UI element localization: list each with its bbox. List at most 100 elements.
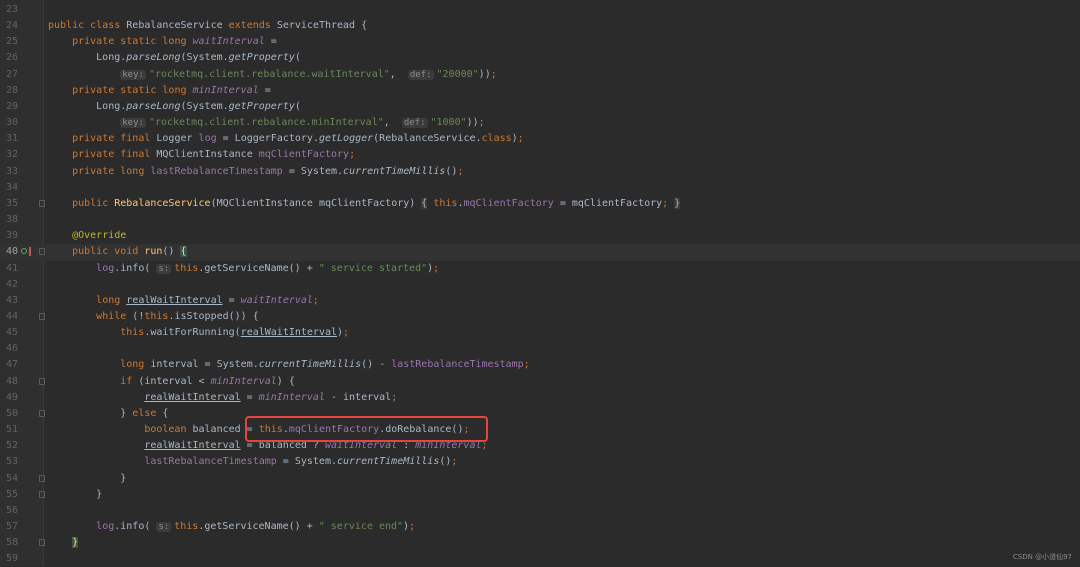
code-line[interactable]: 51 boolean balanced = this.mqClientFacto…: [0, 422, 1080, 438]
code-line[interactable]: 58 }: [0, 535, 1080, 551]
code-token: currentTimeMillis: [258, 359, 362, 371]
code-line[interactable]: 28 private static long minInterval =: [0, 83, 1080, 99]
code-line[interactable]: 47 long interval = System.currentTimeMil…: [0, 357, 1080, 373]
code-token: ;: [343, 327, 350, 339]
code-line[interactable]: 56: [0, 503, 1080, 519]
code-line[interactable]: 29 Long.parseLong(System.getProperty(: [0, 99, 1080, 115]
code-line[interactable]: 52 realWaitInterval = balanced ? waitInt…: [0, 438, 1080, 454]
line-number[interactable]: 31: [6, 131, 26, 147]
code-line[interactable]: 41 log.info( s: this.getServiceName() + "…: [0, 261, 1080, 277]
code-line[interactable]: 25 private static long waitInterval =: [0, 34, 1080, 50]
code-line[interactable]: 43 long realWaitInterval = waitInterval;: [0, 293, 1080, 309]
code-line[interactable]: 59: [0, 551, 1080, 567]
code-line[interactable]: 40 public void run() {: [0, 244, 1080, 261]
line-number[interactable]: 42: [6, 277, 26, 293]
code-text: @Override: [48, 228, 126, 244]
line-number[interactable]: 51: [6, 422, 26, 438]
code-line[interactable]: 32 private final MQClientInstance mqClie…: [0, 147, 1080, 163]
highlight-annotation-box: [245, 416, 488, 442]
line-number[interactable]: 55: [6, 487, 26, 503]
line-number[interactable]: 47: [6, 357, 26, 373]
line-number[interactable]: 43: [6, 293, 26, 309]
code-token: minInterval: [210, 375, 277, 387]
line-number[interactable]: 59: [6, 551, 26, 567]
code-line[interactable]: 57 log.info( s: this.getServiceName() + "…: [0, 519, 1080, 535]
line-number[interactable]: 23: [6, 2, 26, 18]
code-line[interactable]: 44 while (!this.isStopped()) {: [0, 309, 1080, 325]
fold-toggle-icon[interactable]: [39, 199, 45, 207]
fold-toggle-icon[interactable]: [39, 377, 45, 385]
code-line[interactable]: 34: [0, 180, 1080, 196]
code-token: ;: [391, 391, 398, 403]
code-line[interactable]: 54 }: [0, 471, 1080, 487]
line-number[interactable]: 54: [6, 471, 26, 487]
line-number[interactable]: 56: [6, 503, 26, 519]
code-line[interactable]: 31 private final Logger log = LoggerFact…: [0, 131, 1080, 147]
code-token: ;: [433, 262, 440, 274]
code-line[interactable]: 24 public class RebalanceService extends …: [0, 18, 1080, 34]
line-number[interactable]: 50: [6, 406, 26, 422]
parameter-hint: def:: [401, 118, 428, 129]
line-number[interactable]: 24: [6, 18, 26, 34]
code-line[interactable]: 48 if (interval < minInterval) {: [0, 374, 1080, 390]
code-line[interactable]: 49 realWaitInterval = minInterval - inte…: [0, 390, 1080, 406]
line-number[interactable]: 38: [6, 212, 26, 228]
line-number[interactable]: 25: [6, 34, 26, 50]
fold-toggle-icon[interactable]: [39, 409, 45, 417]
line-number[interactable]: 28: [6, 83, 26, 99]
fold-toggle-icon[interactable]: [39, 474, 45, 482]
line-number[interactable]: 53: [6, 454, 26, 470]
code-line[interactable]: 30 key: "rocketmq.client.rebalance.minInt…: [0, 115, 1080, 131]
fold-toggle-icon[interactable]: [39, 312, 45, 320]
line-number[interactable]: 26: [6, 50, 26, 66]
code-token: ) {: [276, 375, 295, 387]
fold-toggle-icon[interactable]: [39, 248, 45, 256]
override-arrow-icon[interactable]: [29, 247, 31, 257]
code-line[interactable]: 27 key: "rocketmq.client.rebalance.waitIn…: [0, 67, 1080, 83]
line-number[interactable]: 29: [6, 99, 26, 115]
line-number[interactable]: 58: [6, 535, 26, 551]
code-line[interactable]: 45 this.waitForRunning(realWaitInterval)…: [0, 325, 1080, 341]
code-line[interactable]: 42: [0, 277, 1080, 293]
line-number[interactable]: 32: [6, 147, 26, 163]
code-token: ,: [383, 117, 402, 129]
line-number[interactable]: 39: [6, 228, 26, 244]
fold-toggle-icon[interactable]: [39, 539, 45, 547]
code-line[interactable]: 53 lastRebalanceTimestamp = System.curre…: [0, 454, 1080, 470]
code-line[interactable]: 38: [0, 212, 1080, 228]
line-number[interactable]: 41: [6, 261, 26, 277]
line-number[interactable]: 44: [6, 309, 26, 325]
code-line[interactable]: 23: [0, 2, 1080, 18]
line-number[interactable]: 30: [6, 115, 26, 131]
code-text: public class RebalanceService extends Se…: [48, 18, 367, 34]
overrides-method-icon[interactable]: [21, 248, 27, 255]
line-number[interactable]: 33: [6, 164, 26, 180]
code-line[interactable]: 39 @Override: [0, 228, 1080, 244]
code-line[interactable]: 26 Long.parseLong(System.getProperty(: [0, 50, 1080, 66]
code-token: .getServiceName() +: [198, 262, 319, 274]
code-line[interactable]: 35 public RebalanceService(MQClientInsta…: [0, 196, 1080, 212]
line-number[interactable]: 35: [6, 196, 26, 212]
fold-toggle-icon[interactable]: [39, 490, 45, 498]
code-line[interactable]: 33 private long lastRebalanceTimestamp =…: [0, 164, 1080, 180]
code-editor[interactable]: 23 24 public class RebalanceService extend…: [0, 2, 1080, 567]
code-text: private static long waitInterval =: [48, 34, 277, 50]
code-token: (: [294, 52, 301, 64]
code-line[interactable]: 46: [0, 341, 1080, 357]
code-token: else: [132, 407, 163, 419]
line-number[interactable]: 45: [6, 325, 26, 341]
code-token: private final: [72, 149, 157, 161]
line-number[interactable]: 46: [6, 341, 26, 357]
line-number[interactable]: 27: [6, 67, 26, 83]
code-token: public void: [72, 246, 145, 258]
code-token: this: [120, 327, 145, 339]
line-number[interactable]: 52: [6, 438, 26, 454]
line-number[interactable]: 34: [6, 180, 26, 196]
line-number[interactable]: 57: [6, 519, 26, 535]
line-number[interactable]: 49: [6, 390, 26, 406]
line-number[interactable]: 48: [6, 374, 26, 390]
code-line[interactable]: 50 } else {: [0, 406, 1080, 422]
code-line[interactable]: 55 }: [0, 487, 1080, 503]
